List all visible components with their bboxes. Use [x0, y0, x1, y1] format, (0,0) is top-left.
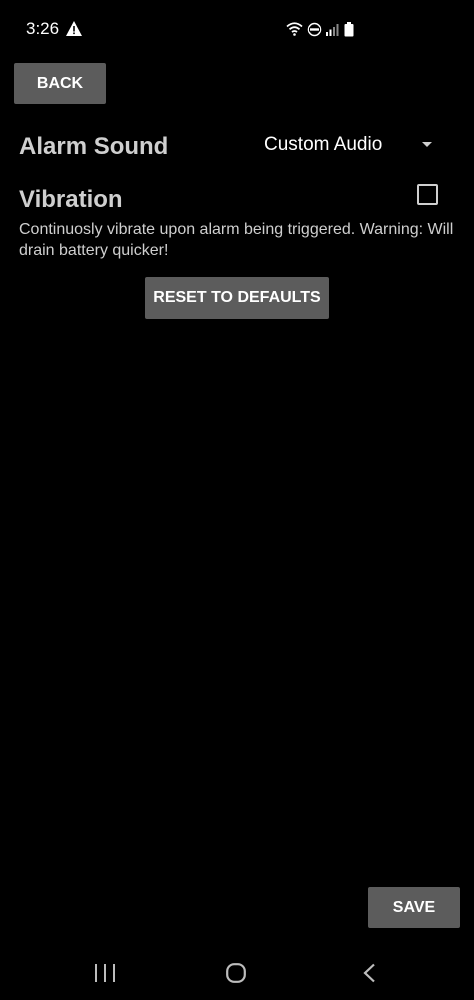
- back-nav-icon[interactable]: [362, 963, 376, 983]
- vibration-label: Vibration: [19, 186, 123, 213]
- alarm-sound-selected-value: Custom Audio: [264, 134, 383, 155]
- vibration-description: Continuosly vibrate upon alarm being tri…: [19, 221, 454, 259]
- vibration-checkbox[interactable]: [417, 184, 438, 205]
- dropdown-arrow-icon: [422, 142, 432, 147]
- status-time: 3:26: [26, 19, 60, 38]
- alarm-sound-label: Alarm Sound: [19, 133, 169, 160]
- back-button[interactable]: BACK: [14, 63, 106, 104]
- signal-icon: [326, 23, 339, 36]
- wifi-icon: [286, 22, 303, 36]
- save-button[interactable]: SAVE: [368, 887, 460, 928]
- home-icon[interactable]: [226, 963, 246, 983]
- warning-icon: [66, 21, 82, 36]
- battery-icon: [344, 21, 354, 36]
- alarm-sound-dropdown[interactable]: Custom Audio: [264, 131, 444, 159]
- volte-icon: [307, 22, 322, 36]
- recent-apps-icon[interactable]: [94, 964, 116, 982]
- navigation-bar: [0, 945, 474, 1000]
- status-bar: 3:26: [0, 0, 474, 58]
- reset-to-defaults-button[interactable]: RESET TO DEFAULTS: [145, 277, 329, 319]
- status-icons: [286, 20, 354, 38]
